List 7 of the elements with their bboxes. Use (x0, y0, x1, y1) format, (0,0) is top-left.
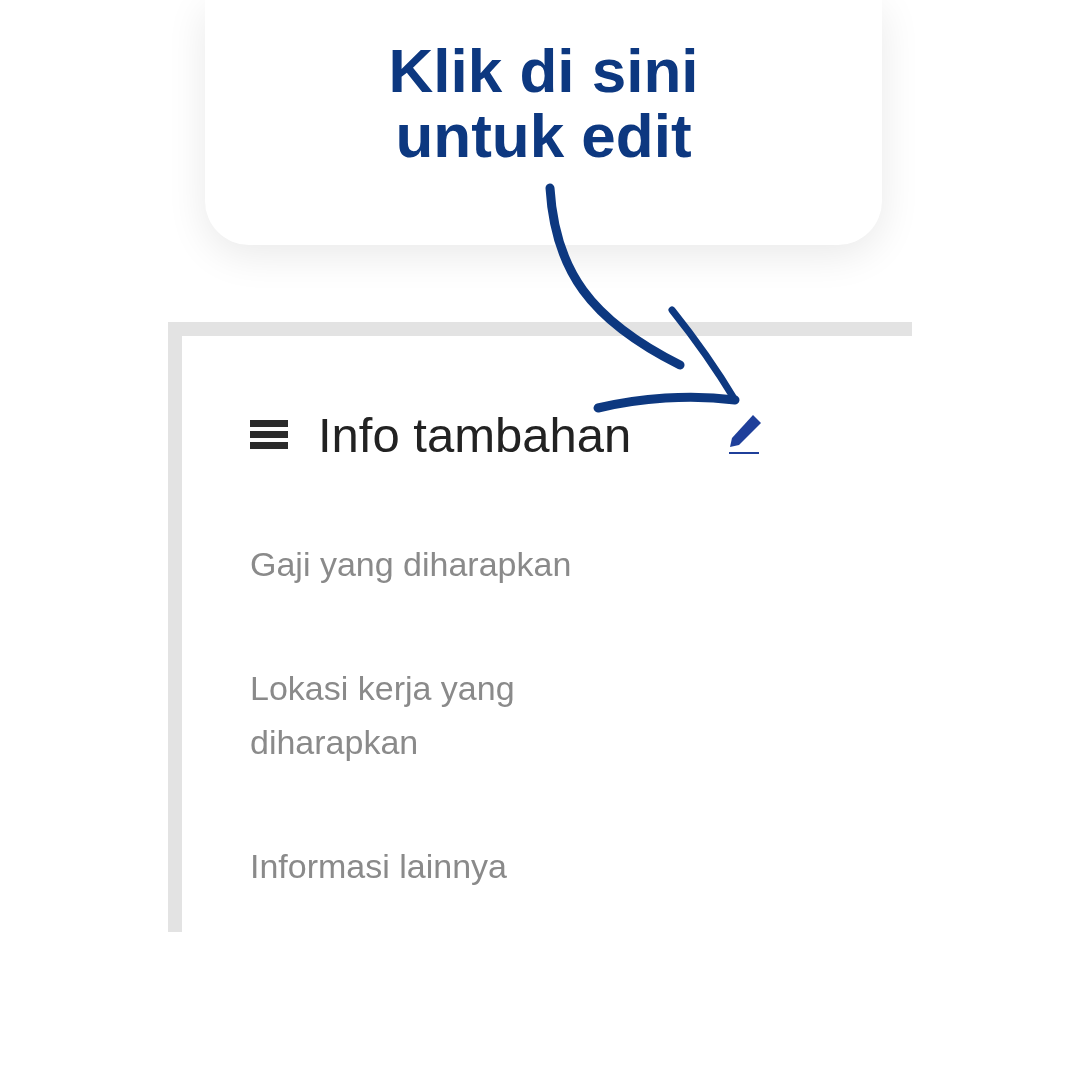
callout-text: Klik di sini untuk edit (387, 38, 700, 169)
edit-button[interactable] (727, 415, 764, 456)
field-label: Gaji yang diharapkan (250, 543, 573, 585)
menu-icon (250, 420, 288, 451)
field-label: Lokasi kerja yang diharapkan (250, 667, 516, 763)
field-label: Informasi lainnya (250, 845, 508, 887)
panel-title: Info tambahan (318, 407, 632, 464)
